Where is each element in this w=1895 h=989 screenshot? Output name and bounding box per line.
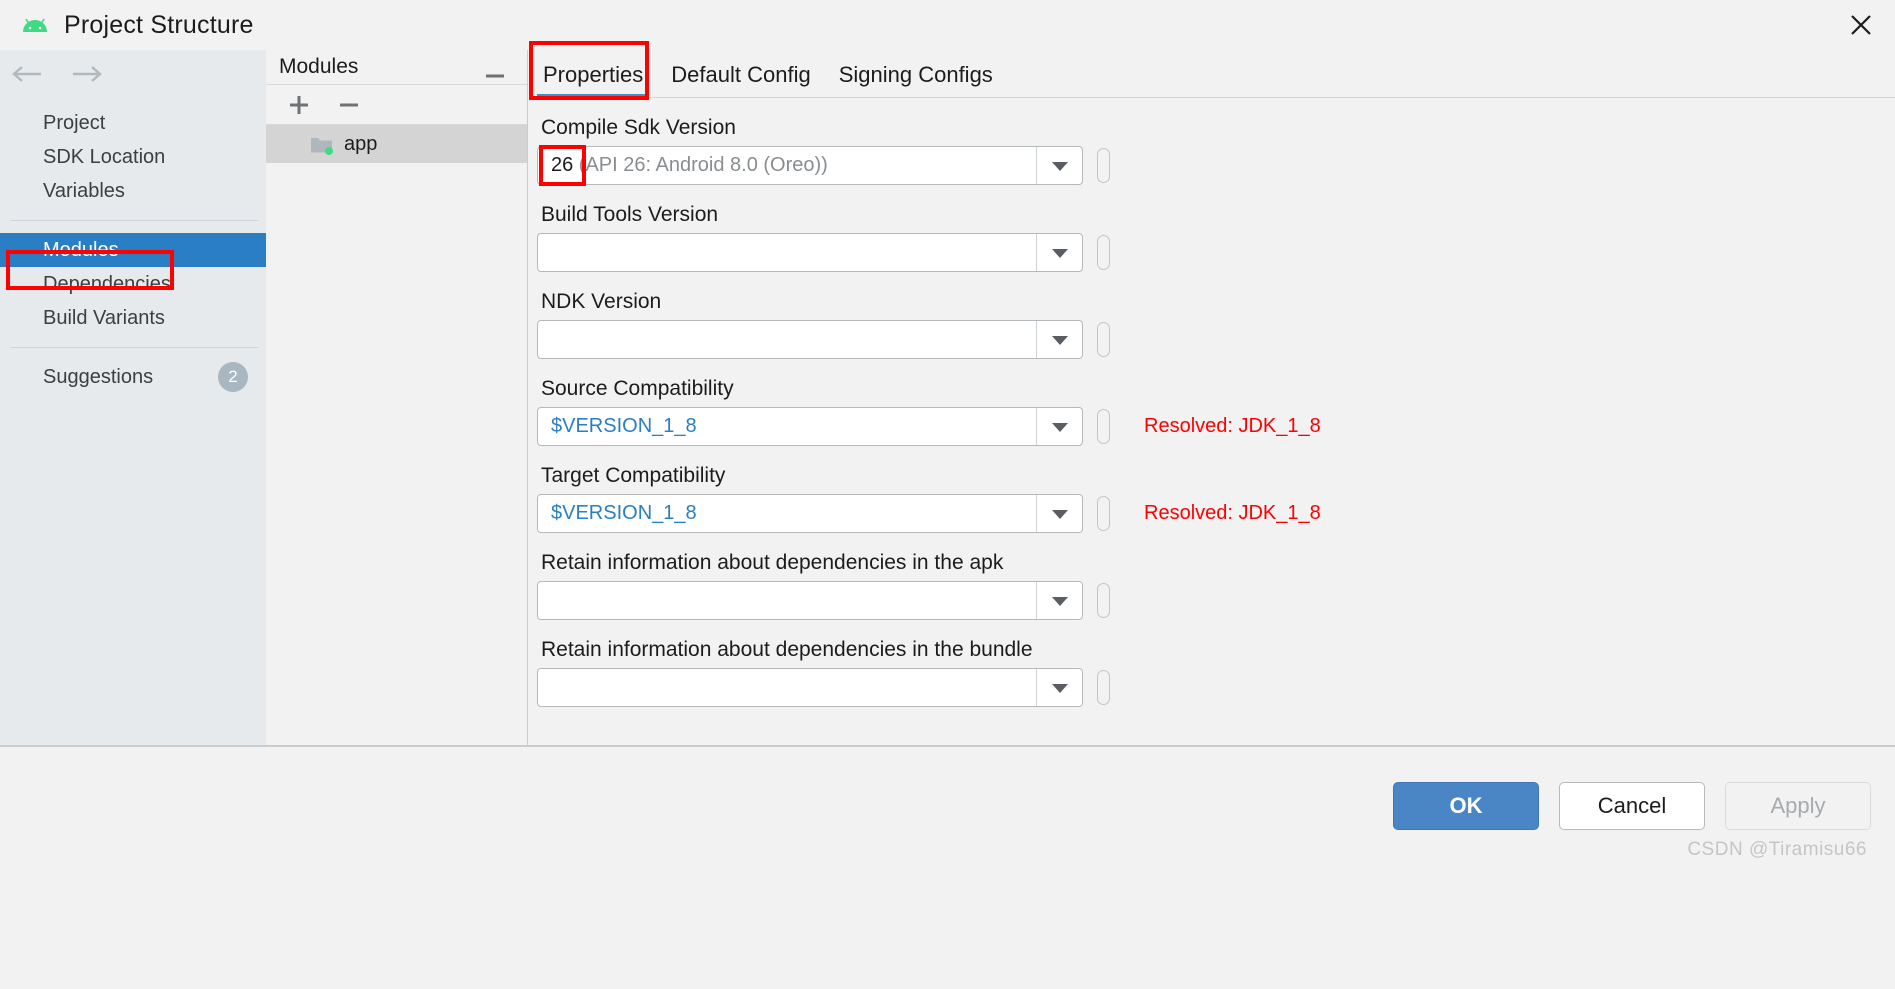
chevron-down-icon[interactable] <box>1036 669 1082 706</box>
combobox-value-dim: (API 26: Android 8.0 (Oreo)) <box>573 154 828 176</box>
tab-default-config[interactable]: Default Config <box>665 62 816 97</box>
suggestions-label: Suggestions <box>43 365 154 388</box>
window-titlebar: Project Structure <box>0 0 1895 50</box>
plus-icon[interactable] <box>286 92 312 118</box>
field-label: Retain information about dependencies in… <box>541 551 1004 574</box>
sidebar-divider <box>10 220 258 221</box>
combobox-value: $VERSION_1_8 <box>551 502 697 524</box>
chevron-down-icon[interactable] <box>1036 234 1082 271</box>
watermark: CSDN @Tiramisu66 <box>1687 839 1867 860</box>
sidebar-item-suggestions[interactable]: Suggestions 2 <box>0 360 266 394</box>
field-label: Source Compatibility <box>541 377 734 400</box>
android-icon <box>20 14 50 36</box>
dialog-buttons: OK Cancel Apply <box>1393 782 1871 830</box>
variable-picker-button[interactable] <box>1097 496 1110 531</box>
variable-picker-button[interactable] <box>1097 409 1110 444</box>
ok-button[interactable]: OK <box>1393 782 1539 830</box>
chevron-down-icon[interactable] <box>1036 495 1082 532</box>
footer-divider <box>0 746 1895 747</box>
field-label: NDK Version <box>541 290 662 313</box>
field-ndk-version: NDK Version <box>537 290 1895 359</box>
field-target-compatibility: Target Compatibility $VERSION_1_8 Resolv… <box>537 464 1895 533</box>
field-label: Retain information about dependencies in… <box>541 638 1033 661</box>
source-compatibility-combobox[interactable]: $VERSION_1_8 <box>537 407 1083 446</box>
sidebar-item-project[interactable]: Project <box>0 106 266 140</box>
variable-picker-button[interactable] <box>1097 322 1110 357</box>
field-source-compatibility: Source Compatibility $VERSION_1_8 Resolv… <box>537 377 1895 446</box>
close-icon[interactable] <box>1827 0 1895 50</box>
chevron-down-icon[interactable] <box>1036 582 1082 619</box>
build-tools-version-combobox[interactable] <box>537 233 1083 272</box>
properties-fields: Compile Sdk Version 26 (API 26: Android … <box>529 98 1895 707</box>
retain-dependencies-apk-combobox[interactable] <box>537 581 1083 620</box>
combobox-value-strong: 26 <box>551 154 574 176</box>
folder-icon <box>310 135 333 155</box>
properties-content: Properties Default Config Signing Config… <box>486 50 1895 745</box>
field-label: Target Compatibility <box>541 464 726 487</box>
cancel-button[interactable]: Cancel <box>1559 782 1705 830</box>
navigation-row <box>0 50 266 98</box>
retain-dependencies-bundle-combobox[interactable] <box>537 668 1083 707</box>
modules-toolbar <box>266 85 527 125</box>
chevron-down-icon[interactable] <box>1036 321 1082 358</box>
variable-picker-button[interactable] <box>1097 583 1110 618</box>
arrow-left-icon[interactable] <box>8 59 48 89</box>
resolved-text: Resolved: JDK_1_8 <box>1144 415 1321 437</box>
field-label: Compile Sdk Version <box>541 116 736 139</box>
variable-picker-button[interactable] <box>1097 670 1110 705</box>
variable-picker-button[interactable] <box>1097 235 1110 270</box>
tab-signing-configs[interactable]: Signing Configs <box>833 62 999 97</box>
sidebar-item-sdk-location[interactable]: SDK Location <box>0 140 266 174</box>
modules-panel: Modules app <box>266 50 528 745</box>
tab-bar: Properties Default Config Signing Config… <box>486 50 1895 98</box>
target-compatibility-combobox[interactable]: $VERSION_1_8 <box>537 494 1083 533</box>
field-compile-sdk-version: Compile Sdk Version 26 (API 26: Android … <box>537 116 1895 185</box>
chevron-down-icon[interactable] <box>1036 147 1082 184</box>
sidebar-item-variables[interactable]: Variables <box>0 174 266 208</box>
ndk-version-combobox[interactable] <box>537 320 1083 359</box>
variable-picker-button[interactable] <box>1097 148 1110 183</box>
resolved-text: Resolved: JDK_1_8 <box>1144 502 1321 524</box>
dialog-footer: OK Cancel Apply CSDN @Tiramisu66 <box>0 745 1895 989</box>
field-build-tools-version: Build Tools Version <box>537 203 1895 272</box>
combobox-value: $VERSION_1_8 <box>551 415 697 437</box>
window-title: Project Structure <box>64 10 254 39</box>
sidebar-list: Project SDK Location Variables Modules D… <box>0 98 266 394</box>
collapse-minus-icon[interactable] <box>482 63 508 89</box>
sidebar-item-modules[interactable]: Modules <box>0 233 266 267</box>
chevron-down-icon[interactable] <box>1036 408 1082 445</box>
tab-properties[interactable]: Properties <box>537 62 650 98</box>
field-retain-dependencies-apk: Retain information about dependencies in… <box>537 551 1895 620</box>
sidebar-divider-2 <box>10 347 258 348</box>
minus-icon[interactable] <box>336 92 362 118</box>
sidebar-item-dependencies[interactable]: Dependencies <box>0 267 266 301</box>
compile-sdk-version-combobox[interactable]: 26 (API 26: Android 8.0 (Oreo)) <box>537 146 1083 185</box>
module-item-label: app <box>344 132 378 155</box>
field-label: Build Tools Version <box>541 203 719 226</box>
apply-button: Apply <box>1725 782 1871 830</box>
module-list-item-app[interactable]: app <box>266 125 527 163</box>
sidebar-item-build-variants[interactable]: Build Variants <box>0 301 266 335</box>
combobox-value: 26 (API 26: Android 8.0 (Oreo)) <box>538 154 828 177</box>
arrow-right-icon[interactable] <box>66 59 106 89</box>
suggestions-count-badge: 2 <box>218 362 248 392</box>
field-retain-dependencies-bundle: Retain information about dependencies in… <box>537 638 1895 707</box>
